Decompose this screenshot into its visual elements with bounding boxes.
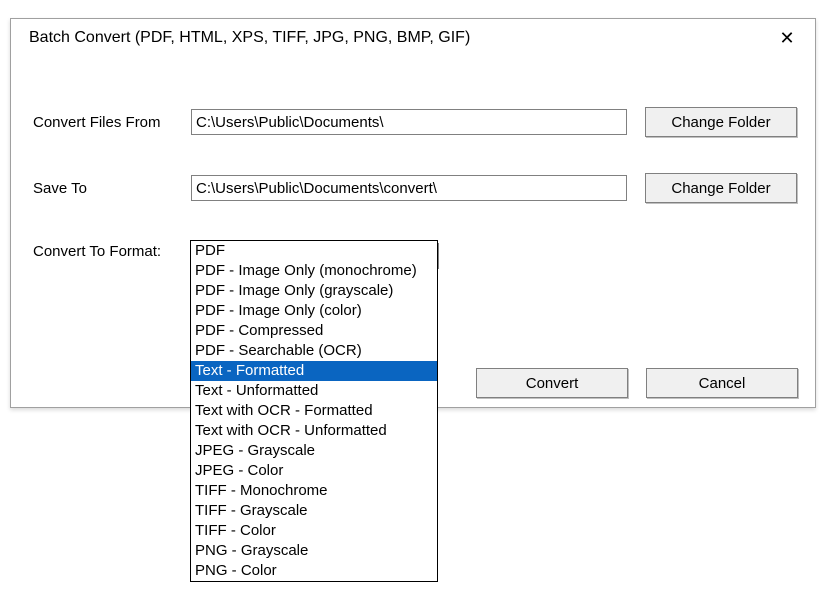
format-option[interactable]: Text with OCR - Formatted (191, 401, 437, 421)
label-save-to: Save To (33, 180, 191, 197)
titlebar: Batch Convert (PDF, HTML, XPS, TIFF, JPG… (11, 19, 815, 57)
cancel-button[interactable]: Cancel (646, 368, 798, 398)
row-save-to: Save To Change Folder (33, 173, 797, 203)
format-option[interactable]: JPEG - Grayscale (191, 441, 437, 461)
format-option[interactable]: PDF (191, 241, 437, 261)
format-listbox[interactable]: PDFPDF - Image Only (monochrome)PDF - Im… (190, 240, 438, 582)
format-option[interactable]: PDF - Image Only (monochrome) (191, 261, 437, 281)
bottom-button-row: Convert Cancel (458, 368, 798, 398)
format-option[interactable]: PDF - Searchable (OCR) (191, 341, 437, 361)
input-convert-from[interactable] (191, 109, 627, 135)
change-folder-from-button[interactable]: Change Folder (645, 107, 797, 137)
format-option[interactable]: TIFF - Color (191, 521, 437, 541)
row-convert-from: Convert Files From Change Folder (33, 107, 797, 137)
format-option[interactable]: Text with OCR - Unformatted (191, 421, 437, 441)
dialog-title: Batch Convert (PDF, HTML, XPS, TIFF, JPG… (29, 29, 470, 47)
close-icon[interactable]: ✕ (775, 29, 799, 47)
format-option[interactable]: JPEG - Color (191, 461, 437, 481)
label-format: Convert To Format: (33, 243, 191, 260)
input-save-to[interactable] (191, 175, 627, 201)
format-option[interactable]: TIFF - Monochrome (191, 481, 437, 501)
dialog-body: Convert Files From Change Folder Save To… (11, 57, 815, 269)
format-option[interactable]: Text - Formatted (191, 361, 437, 381)
format-option[interactable]: Text - Unformatted (191, 381, 437, 401)
format-option[interactable]: PNG - Color (191, 561, 437, 581)
label-convert-from: Convert Files From (33, 114, 191, 131)
format-option[interactable]: TIFF - Grayscale (191, 501, 437, 521)
convert-button[interactable]: Convert (476, 368, 628, 398)
format-option[interactable]: PNG - Grayscale (191, 541, 437, 561)
change-folder-saveto-button[interactable]: Change Folder (645, 173, 797, 203)
format-option[interactable]: PDF - Image Only (color) (191, 301, 437, 321)
format-option[interactable]: PDF - Compressed (191, 321, 437, 341)
format-option[interactable]: PDF - Image Only (grayscale) (191, 281, 437, 301)
